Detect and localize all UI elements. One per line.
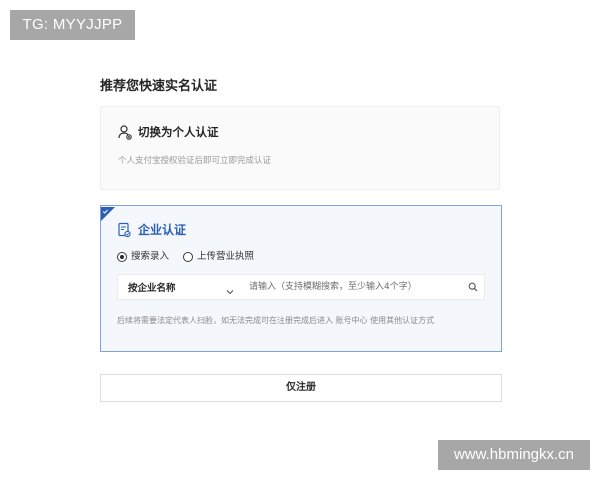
radio-unchecked-icon[interactable] bbox=[183, 252, 194, 262]
personal-cert-title-row: 切换为个人认证 bbox=[118, 124, 219, 140]
personal-cert-card[interactable]: 切换为个人认证 个人支付宝授权验证后即可立即完成认证 bbox=[100, 106, 500, 190]
chevron-down-icon[interactable] bbox=[225, 282, 235, 295]
enterprise-cert-note: 后续将需要法定代表人扫脸，如无法完成可在注册完成后进入 账号中心 使用其他认证方… bbox=[117, 316, 435, 325]
search-icon[interactable] bbox=[462, 275, 484, 299]
enterprise-cert-card[interactable]: 企业认证 搜索录入 上传营业执照 按企业名称 请输入（支持模糊搜索，至少输入4个… bbox=[100, 205, 502, 352]
search-type-value: 按企业名称 bbox=[128, 283, 176, 294]
enterprise-document-icon bbox=[118, 222, 131, 238]
page-title: 推荐您快速实名认证 bbox=[100, 79, 218, 94]
selected-corner-check-icon bbox=[101, 206, 115, 221]
radio-upload-license[interactable]: 上传营业执照 bbox=[183, 251, 254, 263]
watermark-bottom: www.hbmingkx.cn bbox=[438, 440, 590, 470]
personal-cert-title: 切换为个人认证 bbox=[138, 125, 219, 139]
enterprise-cert-title: 企业认证 bbox=[138, 223, 187, 237]
input-method-radio-group: 搜索录入 上传营业执照 bbox=[117, 251, 268, 263]
enterprise-cert-title-row: 企业认证 bbox=[118, 222, 186, 238]
watermark-top: TG: MYYJJPP bbox=[10, 10, 135, 40]
radio-search-entry-label: 搜索录入 bbox=[131, 251, 170, 262]
personal-cert-description: 个人支付宝授权验证后即可立即完成认证 bbox=[118, 156, 272, 166]
enterprise-name-input[interactable] bbox=[243, 275, 462, 299]
radio-upload-license-label: 上传营业执照 bbox=[197, 251, 255, 262]
register-only-button[interactable]: 仅注册 bbox=[100, 374, 502, 402]
user-switch-icon bbox=[118, 124, 132, 140]
radio-search-entry[interactable]: 搜索录入 bbox=[117, 251, 169, 263]
enterprise-search-bar: 按企业名称 bbox=[117, 274, 485, 300]
radio-checked-icon[interactable] bbox=[117, 252, 127, 262]
search-type-select[interactable]: 按企业名称 bbox=[118, 275, 243, 299]
page: TG: MYYJJPP 推荐您快速实名认证 切换为个人认证 个人支付宝授权验证后… bbox=[0, 0, 600, 480]
